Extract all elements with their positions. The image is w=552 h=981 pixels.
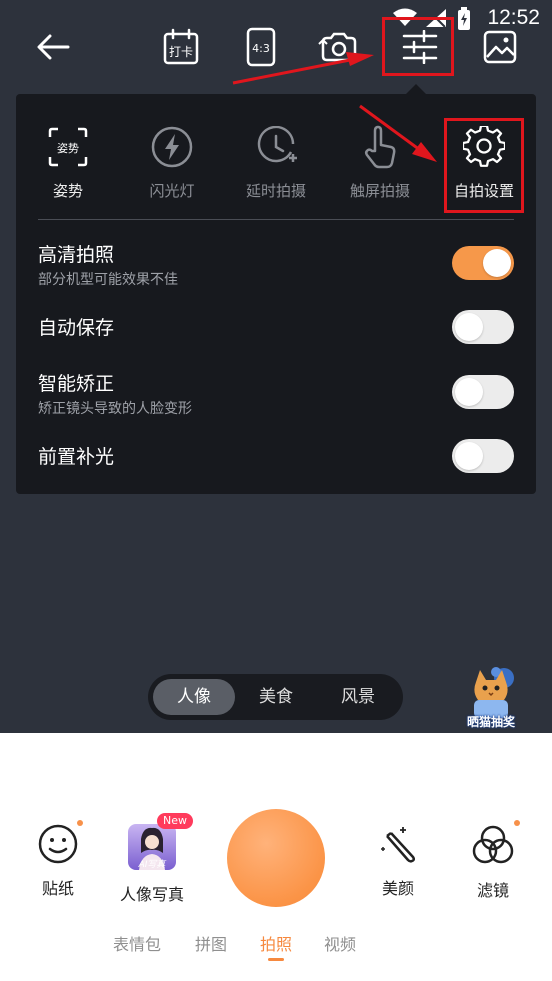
lottery-label: 晒猫抽奖 (466, 715, 515, 729)
ai-portrait-thumbnail: AI写真 (128, 824, 176, 870)
active-tab-indicator (268, 958, 284, 961)
scene-option-portrait[interactable]: 人像 (153, 679, 235, 715)
arrow-to-settings (232, 58, 351, 85)
bottom-mode-tabs: 表情包 拼图 拍照 视频 (0, 931, 552, 961)
ai-portrait-button[interactable]: AI写真 人像写真 (102, 823, 202, 905)
smiley-icon (38, 824, 78, 864)
sticker-notification-dot (77, 820, 83, 826)
tool-label: 人像写真 (119, 885, 184, 904)
filter-notification-dot (514, 820, 520, 826)
arrow-to-selfie-settings (359, 104, 421, 152)
tab-video[interactable]: 视频 (324, 931, 356, 955)
ai-portrait-thumb-text: AI写真 (138, 859, 167, 870)
tool-label: 贴纸 (41, 879, 74, 898)
cat-icon (474, 667, 514, 718)
magic-wand-icon (381, 827, 416, 863)
scene-option-food[interactable]: 美食 (235, 679, 317, 715)
cat-lottery-button[interactable]: 晒猫抽奖 (458, 664, 524, 732)
tab-photo[interactable]: 拍照 (260, 931, 292, 955)
new-badge: New (157, 813, 193, 829)
tab-collage[interactable]: 拼图 (195, 931, 227, 955)
shutter-button[interactable] (227, 809, 325, 907)
beauty-button[interactable]: 美颜 (348, 823, 448, 899)
tool-label: 美颜 (381, 879, 414, 898)
sticker-button[interactable]: 贴纸 (8, 823, 108, 899)
tool-label: 滤镜 (476, 881, 509, 900)
filter-button[interactable]: 滤镜 (443, 823, 543, 901)
filter-circles-icon (472, 825, 514, 864)
tab-emoji-pack[interactable]: 表情包 (113, 931, 161, 955)
scene-option-landscape[interactable]: 风景 (317, 679, 399, 715)
scene-mode-selector: 人像 美食 风景 (148, 674, 403, 720)
